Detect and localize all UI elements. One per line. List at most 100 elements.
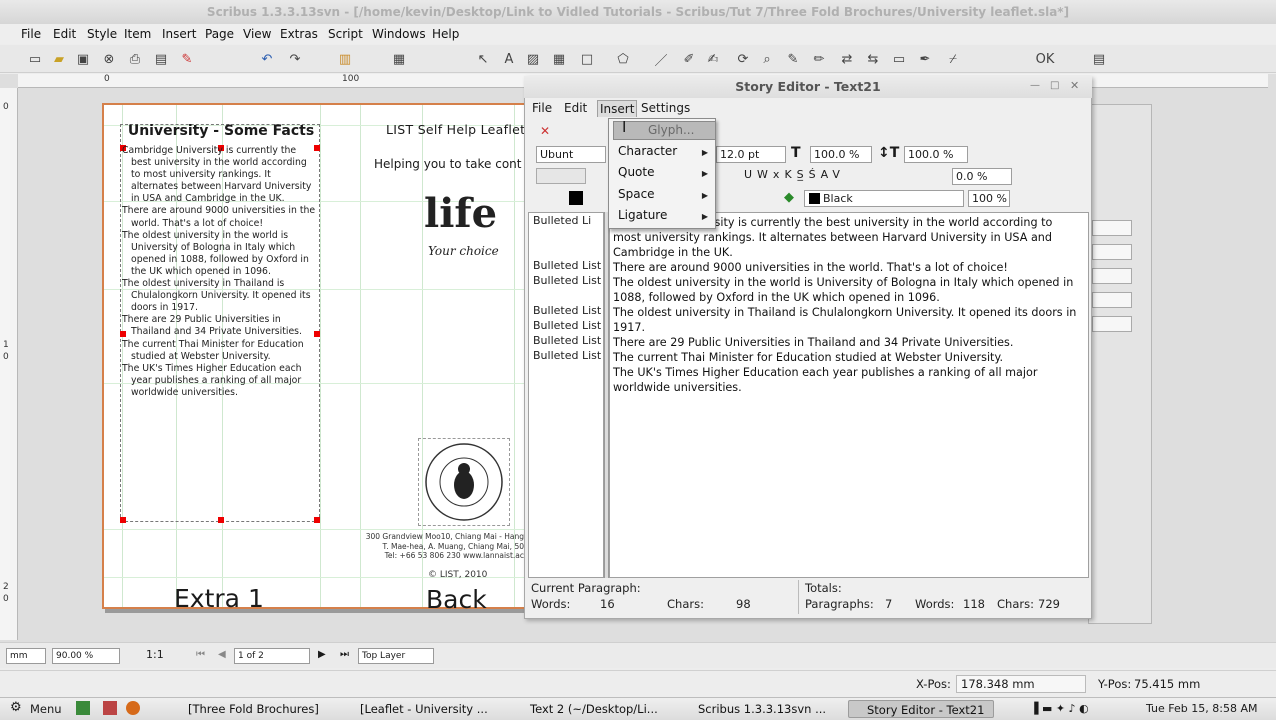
freehand-tool-icon[interactable]: ✍ — [704, 50, 722, 68]
minimize-icon[interactable]: — — [1030, 80, 1040, 91]
style-label[interactable]: Bulleted Li — [533, 214, 591, 227]
menu-item-space[interactable]: Space — [618, 187, 655, 201]
scale-v-field[interactable]: 100.0 % — [904, 146, 968, 163]
pdf-tools-icon[interactable]: ▤ — [1090, 50, 1108, 68]
copy-properties-icon[interactable]: ✒ — [916, 50, 934, 68]
link-frames-icon[interactable]: ⇄ — [838, 50, 856, 68]
unit-select[interactable]: mm — [6, 648, 46, 664]
scale-h-field[interactable]: 100.0 % — [810, 146, 872, 163]
menu-help[interactable]: Help — [429, 26, 462, 42]
next-page-icon[interactable]: ▶ — [318, 649, 326, 660]
menu-item-character[interactable]: Character — [618, 144, 677, 158]
shape-tool-icon[interactable]: □ — [578, 50, 596, 68]
task-story-editor[interactable]: Story Editor - Text21 — [848, 700, 994, 718]
open-folder-icon[interactable]: ▰ — [50, 50, 68, 68]
line-tool-icon[interactable]: ／ — [652, 50, 670, 69]
rotate-tool-icon[interactable]: ⟳ — [734, 50, 752, 68]
preflight-icon[interactable]: ▤ — [152, 50, 170, 68]
menu-gear-icon[interactable]: ⚙ — [10, 700, 22, 715]
story-text[interactable]: Cambridge University is currently the be… — [613, 215, 1083, 395]
style-label[interactable]: Bulleted List — [533, 334, 601, 347]
task-three-fold[interactable]: [Three Fold Brochures] — [170, 700, 328, 718]
menu-insert[interactable]: Insert — [159, 26, 199, 42]
paste-icon[interactable]: ▥ — [336, 50, 354, 68]
terminal-icon[interactable] — [76, 701, 90, 715]
close-icon[interactable]: ✕ — [1070, 79, 1079, 92]
print-icon[interactable]: ⎙ — [126, 50, 144, 68]
clock[interactable]: Tue Feb 15, 8:58 AM — [1146, 702, 1257, 715]
files-icon[interactable] — [103, 701, 117, 715]
layer-select[interactable]: Top Layer — [358, 648, 434, 664]
font-combo[interactable]: Ubunt — [536, 146, 606, 163]
menu-item-ligature[interactable]: Ligature — [618, 208, 667, 222]
life-logo[interactable]: life Your choice — [420, 184, 510, 266]
zoom-tool-icon[interactable]: ⌕ — [758, 50, 776, 68]
menu-page[interactable]: Page — [202, 26, 237, 42]
menu-extras[interactable]: Extras — [277, 26, 321, 42]
style-label[interactable]: Bulleted List — [533, 259, 601, 272]
clear-text-icon[interactable]: ✕ — [540, 124, 550, 138]
menu-windows[interactable]: Windows — [369, 26, 429, 42]
page-select[interactable]: 1 of 2 — [234, 648, 310, 664]
zoom-field[interactable]: 90.00 % — [52, 648, 120, 664]
vertical-ruler[interactable]: 0 1 0 2 0 — [0, 88, 18, 640]
se-menu-edit[interactable]: Edit — [562, 100, 589, 117]
redo-icon[interactable]: ↷ — [286, 50, 304, 68]
zoom-ratio[interactable]: 1:1 — [146, 648, 164, 661]
paragraph-styles-column[interactable]: Bulleted Li Bulleted List Bulleted List … — [528, 212, 604, 578]
select-tool-icon[interactable]: ↖ — [474, 50, 492, 68]
edit-contents-icon[interactable]: ✎ — [784, 50, 802, 68]
measure-icon[interactable]: ▭ — [890, 50, 908, 68]
save-icon[interactable]: ▣ — [74, 50, 92, 68]
task-text2[interactable]: Text 2 (~/Desktop/Li... — [512, 700, 664, 718]
style-label[interactable]: Bulleted List — [533, 274, 601, 287]
menu-style[interactable]: Style — [84, 26, 120, 42]
prev-page-icon[interactable]: ◀ — [218, 649, 226, 660]
export-pdf-icon[interactable]: ✎ — [178, 50, 196, 68]
close-document-icon[interactable]: ⊗ — [100, 50, 118, 68]
tracking-field[interactable]: 0.0 % — [952, 168, 1012, 185]
panel-spinbox[interactable] — [1092, 316, 1132, 332]
panel-spinbox[interactable] — [1092, 268, 1132, 284]
undo-icon[interactable]: ↶ — [258, 50, 276, 68]
tray-icons[interactable]: ▐ ▬ ✦ ♪ ◐ — [1030, 702, 1089, 715]
eyedropper-icon[interactable]: ⌿ — [944, 50, 962, 68]
school-logo[interactable] — [418, 438, 510, 526]
selection-handle[interactable] — [218, 517, 224, 523]
table-tool-icon[interactable]: ▦ — [550, 50, 568, 68]
menu-item-quote[interactable]: Quote — [618, 165, 654, 179]
menu-edit[interactable]: Edit — [50, 26, 79, 42]
panel-spinbox[interactable] — [1092, 220, 1132, 236]
alignment-buttons[interactable] — [536, 168, 586, 184]
image-frame-tool-icon[interactable]: ▨ — [524, 50, 542, 68]
fill-color-icon[interactable]: ◆ — [784, 190, 794, 205]
copy-icon[interactable]: ▦ — [390, 50, 408, 68]
style-label[interactable]: Bulleted List — [533, 349, 601, 362]
task-scribus[interactable]: Scribus 1.3.3.13svn ... — [680, 700, 836, 718]
new-document-icon[interactable]: ▭ — [26, 50, 44, 68]
stroke-color-swatch[interactable] — [569, 191, 583, 205]
se-menu-insert[interactable]: Insert — [597, 100, 638, 117]
properties-panel[interactable] — [1088, 104, 1152, 624]
maximize-icon[interactable]: □ — [1050, 80, 1059, 91]
start-menu[interactable]: Menu — [30, 702, 62, 716]
style-label[interactable]: Bulleted List — [533, 304, 601, 317]
task-leaflet[interactable]: [Leaflet - University ... — [342, 700, 492, 718]
font-size-field[interactable]: 12.0 pt — [716, 146, 786, 163]
unlink-frames-icon[interactable]: ⇆ — [864, 50, 882, 68]
text-frame-tool-icon[interactable]: A — [500, 50, 518, 68]
panel-spinbox[interactable] — [1092, 244, 1132, 260]
bezier-tool-icon[interactable]: ✐ — [680, 50, 698, 68]
selection-handle[interactable] — [120, 517, 126, 523]
menu-item-glyph[interactable]: Glyph... — [648, 123, 694, 137]
last-page-icon[interactable]: ⏭ — [340, 649, 349, 660]
color-select[interactable]: Black — [804, 190, 964, 207]
edit-text-icon[interactable]: ✏ — [810, 50, 828, 68]
text-effects-icons[interactable]: UWxKS̲ŚAV — [744, 168, 845, 181]
se-menu-file[interactable]: File — [530, 100, 554, 117]
shade-field[interactable]: 100 % — [968, 190, 1010, 207]
selection-handle[interactable] — [314, 517, 320, 523]
menu-item[interactable]: Item — [121, 26, 154, 42]
style-label[interactable]: Bulleted List — [533, 319, 601, 332]
polygon-tool-icon[interactable]: ⬠ — [614, 50, 632, 68]
